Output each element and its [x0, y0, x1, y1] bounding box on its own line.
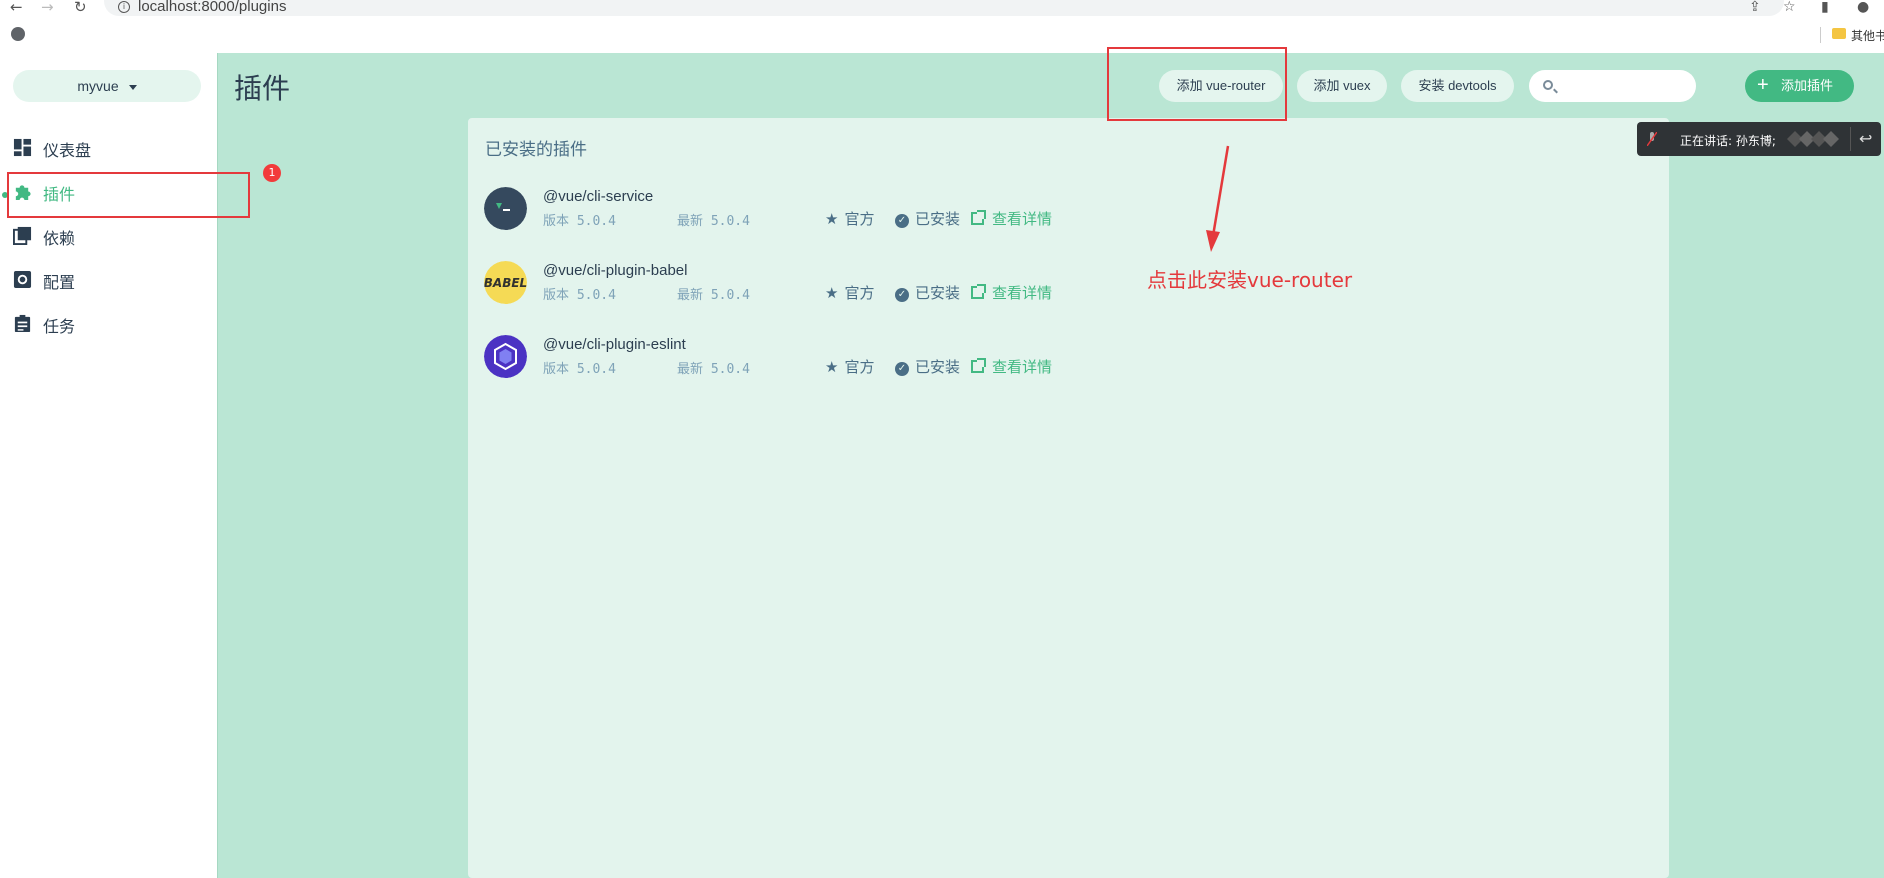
open-in-new-icon [971, 210, 986, 225]
panel-title: 已安装的插件 [485, 140, 587, 160]
speaking-text: 正在讲话: 孙东博; [1680, 134, 1776, 148]
sidebar-item-config[interactable]: 配置 [0, 259, 217, 299]
sidebar-item-dashboard[interactable]: 仪表盘 [0, 127, 217, 167]
plugin-latest-version: 最新 5.0.4 [677, 214, 750, 229]
redacted-avatars [1787, 131, 1839, 147]
view-details-link[interactable]: 查看详情 [971, 356, 1052, 377]
add-plugin-label: 添加插件 [1781, 78, 1834, 93]
installed-tag: ✓ 已安装 [895, 356, 960, 377]
library-icon [13, 226, 32, 245]
install-devtools-button[interactable]: 安装 devtools [1401, 70, 1514, 102]
plus-icon: + [1757, 74, 1769, 96]
check-circle-icon: ✓ [895, 214, 909, 228]
button-highlight-box [1107, 47, 1287, 121]
microphone-muted-icon [1647, 132, 1657, 146]
plugin-row[interactable]: @vue/cli-service 版本 5.0.4 最新 5.0.4 ★ 官方 ✓… [468, 180, 1669, 240]
forward-icon[interactable]: → [41, 0, 54, 15]
babel-logo: BABEL [484, 261, 527, 304]
eslint-logo [484, 335, 527, 378]
star-icon: ★ [825, 210, 839, 228]
project-selector[interactable]: myvue [13, 70, 201, 102]
reply-icon[interactable]: ↩ [1859, 129, 1872, 148]
installed-tag: ✓ 已安装 [895, 208, 960, 229]
view-details-link[interactable]: 查看详情 [971, 282, 1052, 303]
address-bar[interactable]: i localhost:8000/plugins [104, 0, 1784, 16]
project-name: myvue [77, 78, 119, 94]
bookmark-other[interactable]: 其他书 [1851, 27, 1884, 44]
profile-icon[interactable]: ● [1857, 0, 1869, 14]
sidebar-item-dependencies[interactable]: 依赖 [0, 215, 217, 255]
star-icon: ★ [825, 358, 839, 376]
plugin-latest-version: 最新 5.0.4 [677, 288, 750, 303]
plugin-version: 版本 5.0.4 [543, 214, 616, 229]
annotation-instruction: 点击此安装vue-router [1147, 268, 1353, 292]
browser-chrome: ← → ↻ i localhost:8000/plugins ⇪ ☆ ▮ ● 其… [0, 0, 1884, 53]
plugin-latest-version: 最新 5.0.4 [677, 362, 750, 377]
plugin-version: 版本 5.0.4 [543, 362, 616, 377]
search-input[interactable] [1529, 70, 1696, 102]
page-title: 插件 [234, 72, 291, 105]
open-in-new-icon [971, 284, 986, 299]
vue-cli-logo [484, 187, 527, 230]
sidebar-item-tasks[interactable]: 任务 [0, 303, 217, 343]
sidebar-item-label: 仪表盘 [43, 141, 92, 160]
sidepanel-icon[interactable]: ▮ [1821, 0, 1829, 14]
add-plugin-button[interactable]: + 添加插件 [1745, 70, 1854, 102]
url-text[interactable]: localhost:8000/plugins [138, 0, 286, 15]
meeting-divider [1850, 127, 1851, 151]
folder-icon [1832, 28, 1846, 39]
add-vuex-button[interactable]: 添加 vuex [1297, 70, 1387, 102]
sidebar-highlight-box [7, 172, 250, 218]
settings-icon [13, 270, 32, 288]
official-tag: ★ 官方 [825, 210, 875, 228]
bookmark-star-icon[interactable]: ☆ [1783, 0, 1796, 14]
search-icon [1543, 80, 1553, 90]
dashboard-icon [13, 138, 32, 156]
bookmark-divider [1820, 27, 1821, 43]
meeting-speaker-bar: 正在讲话: 孙东博; ↩ [1637, 122, 1881, 156]
sidebar-item-label: 依赖 [43, 229, 76, 248]
plugin-name: @vue/cli-plugin-babel [543, 262, 688, 279]
plugin-version: 版本 5.0.4 [543, 288, 616, 303]
check-circle-icon: ✓ [895, 288, 909, 302]
globe-icon [11, 27, 25, 41]
star-icon: ★ [825, 284, 839, 302]
installed-plugins-panel: 已安装的插件 @vue/cli-service 版本 5.0.4 最新 5.0.… [468, 118, 1669, 878]
main-content: 插件 添加 vue-router 添加 vuex 安装 devtools + 添… [217, 53, 1884, 878]
chevron-down-icon [128, 84, 137, 90]
info-icon[interactable]: i [118, 1, 130, 13]
sidebar-item-label: 任务 [43, 317, 76, 336]
official-tag: ★ 官方 [825, 358, 875, 376]
plugin-name: @vue/cli-plugin-eslint [543, 336, 686, 353]
step-badge: 1 [263, 164, 281, 182]
open-in-new-icon [971, 358, 986, 373]
share-icon[interactable]: ⇪ [1749, 0, 1761, 14]
official-tag: ★ 官方 [825, 284, 875, 302]
reload-icon[interactable]: ↻ [74, 0, 87, 15]
babel-logo-text: BABEL [484, 276, 527, 290]
plugin-row[interactable]: @vue/cli-plugin-eslint 版本 5.0.4 最新 5.0.4… [468, 328, 1669, 388]
installed-tag: ✓ 已安装 [895, 282, 960, 303]
plugin-name: @vue/cli-service [543, 188, 654, 205]
sidebar-item-label: 配置 [43, 273, 76, 292]
plugin-row[interactable]: BABEL @vue/cli-plugin-babel 版本 5.0.4 最新 … [468, 254, 1669, 314]
view-details-link[interactable]: 查看详情 [971, 208, 1052, 229]
check-circle-icon: ✓ [895, 362, 909, 376]
back-icon[interactable]: ← [10, 0, 23, 15]
assignment-icon [14, 314, 31, 332]
annotation-arrow [1206, 145, 1230, 252]
